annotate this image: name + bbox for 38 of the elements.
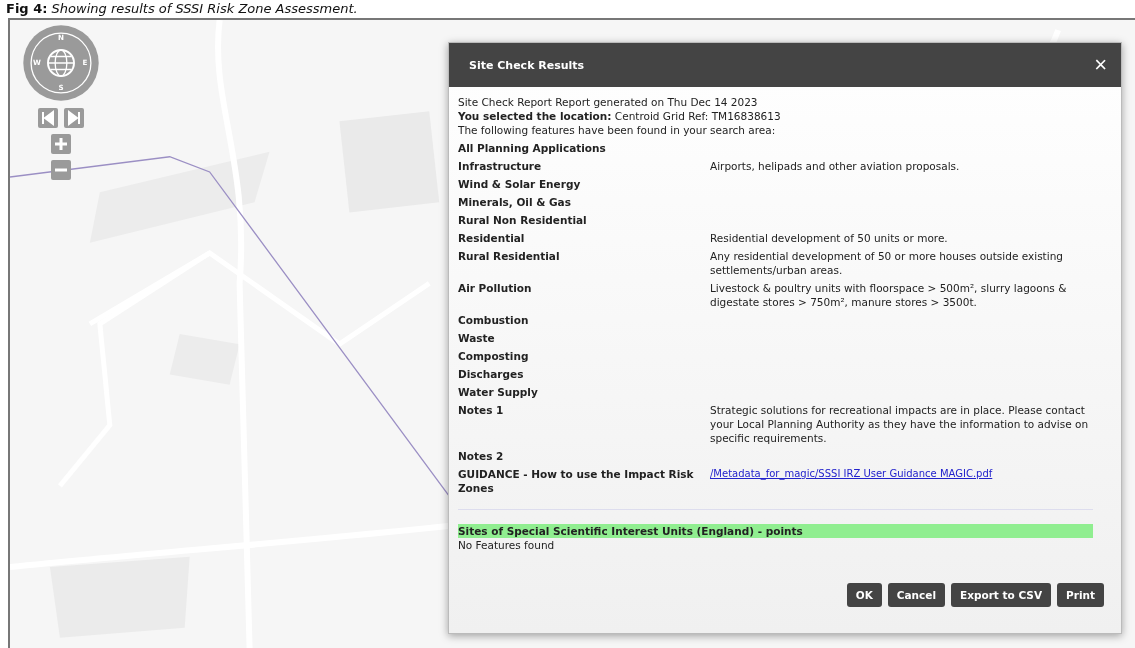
intro-text: The following features have been found in your search area: xyxy=(458,123,777,137)
feature-label: Rural Non Residential xyxy=(458,213,588,227)
zoom-in-icon[interactable] xyxy=(51,134,71,154)
guidance-label: GUIDANCE - How to use the Impact Risk Zones xyxy=(458,467,695,495)
zoom-out-icon[interactable] xyxy=(51,160,71,180)
section-heading: Sites of Special Scientific Interest Units (England) - points xyxy=(458,524,1093,538)
figure-caption: Fig 4: Showing results of SSSI Risk Zone Assessment. xyxy=(5,0,359,18)
next-extent-icon[interactable] xyxy=(64,108,84,128)
close-button[interactable]: × xyxy=(1090,52,1111,78)
feature-label: Notes 2 xyxy=(458,449,505,463)
feature-description: Strategic solutions for recreational impacts are in place. Please contact your Local Planning Authority as they have the information to advise on specific requirements. xyxy=(710,403,1090,445)
feature-label: Minerals, Oil & Gas xyxy=(458,195,572,209)
dialog-button[interactable]: OK xyxy=(846,583,882,607)
no-features-text: No Features found xyxy=(458,538,556,552)
feature-description: Livestock & poultry units with floorspace > 500m², slurry lagoons & digestate stores > 750m², manure stores > 3500t. xyxy=(710,281,1068,309)
dialog-button[interactable]: Print xyxy=(1057,583,1104,607)
feature-label: Notes 1 xyxy=(458,403,505,418)
feature-label: Rural Residential xyxy=(458,249,561,264)
intro-text: Site Check Report Report generated on Thu Dec 14 2023 xyxy=(458,95,759,109)
feature-description: Any residential development of 50 or more houses outside existing settlements/urban areas. xyxy=(710,249,1064,277)
dialog-button[interactable]: Export to CSV xyxy=(951,583,1052,607)
feature-label: Residential xyxy=(458,231,526,245)
feature-label: Infrastructure xyxy=(458,159,543,173)
feature-label: Waste xyxy=(458,331,496,345)
feature-label: Discharges xyxy=(458,367,525,381)
dialog-button[interactable]: Cancel xyxy=(887,583,945,607)
feature-description: Airports, helipads and other aviation proposals. xyxy=(710,159,961,173)
dialog-title: Site Check Results xyxy=(469,58,585,72)
feature-label: Combustion xyxy=(458,313,530,327)
previous-extent-icon[interactable] xyxy=(38,108,58,128)
feature-label: All Planning Applications xyxy=(458,141,607,155)
feature-label: Wind & Solar Energy xyxy=(458,177,582,191)
guidance-link[interactable]: /Metadata_for_magic/SSSI IRZ User Guidance MAGIC.pdf xyxy=(710,467,993,495)
intro-text: You selected the location: Centroid Grid Ref: TM16838613 xyxy=(458,109,782,123)
feature-label: Air Pollution xyxy=(458,281,533,296)
feature-label: Composting xyxy=(458,349,530,363)
feature-label: Water Supply xyxy=(458,385,539,399)
feature-description: Residential development of 50 units or more. xyxy=(710,231,949,245)
